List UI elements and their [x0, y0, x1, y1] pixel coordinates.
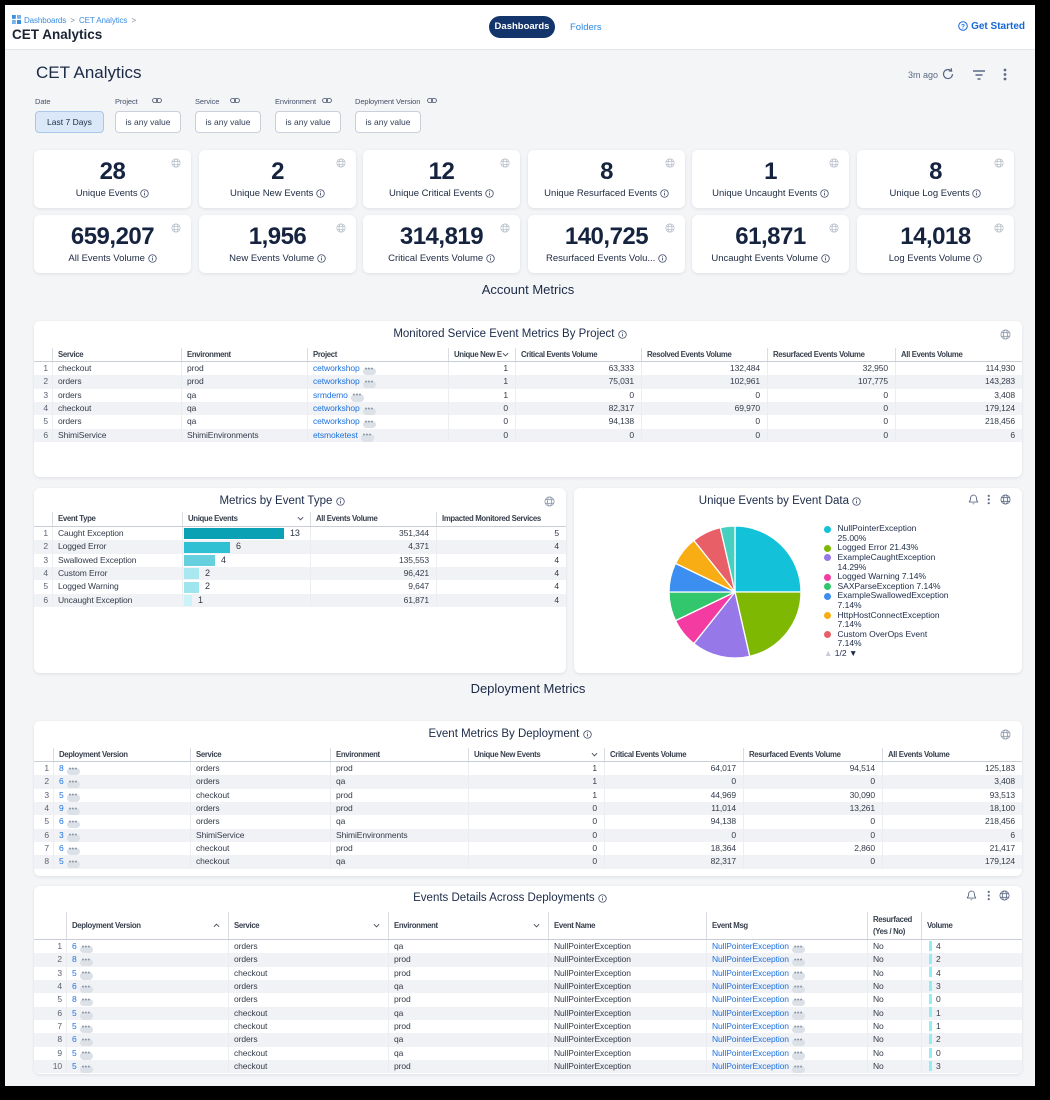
svg-text:?: ? — [961, 23, 965, 30]
